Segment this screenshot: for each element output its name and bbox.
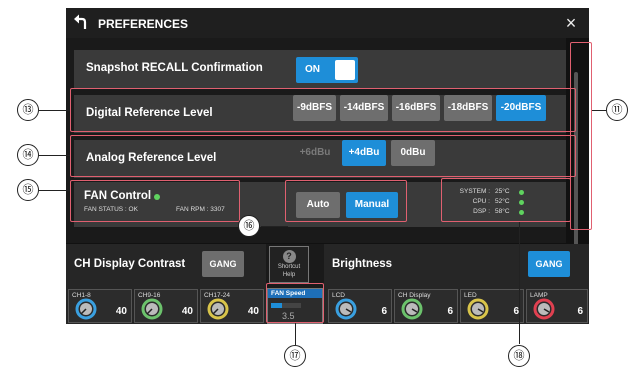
leader-13 bbox=[39, 110, 70, 112]
contrast-label: CH Display Contrast bbox=[74, 258, 186, 270]
help-label-1: Shortcut bbox=[277, 264, 301, 270]
knob-icon bbox=[207, 298, 229, 320]
brightness-gang-button[interactable]: GANG bbox=[528, 251, 570, 277]
callout-13: ⑬ bbox=[17, 99, 39, 121]
knob-icon bbox=[467, 298, 489, 320]
callout-11: ⑪ bbox=[606, 99, 628, 121]
callout-14: ⑭ bbox=[17, 144, 39, 166]
callout-17: ⑰ bbox=[284, 345, 306, 367]
page-title: PREFERENCES bbox=[98, 17, 189, 31]
snapshot-recall-row: Snapshot RECALL Confirmation ON bbox=[74, 50, 566, 88]
back-button[interactable] bbox=[70, 11, 92, 35]
contrast-knob-ch17-24[interactable]: CH17-24 40 bbox=[200, 289, 264, 323]
knob-icon bbox=[75, 298, 97, 320]
leader-17 bbox=[295, 323, 297, 345]
brightness-knob-led[interactable]: LED 6 bbox=[460, 289, 524, 323]
callout-16: ⑯ bbox=[238, 215, 260, 237]
help-label-2: Help bbox=[282, 272, 296, 278]
highlight-fan-control bbox=[70, 180, 240, 222]
back-arrow-icon bbox=[74, 14, 87, 29]
close-icon[interactable]: × bbox=[561, 12, 581, 34]
bottom-panel: CH Display Contrast GANG ? Shortcut Help… bbox=[66, 244, 589, 324]
leader-18 bbox=[519, 222, 521, 344]
leader-15 bbox=[39, 190, 70, 192]
leader-14 bbox=[39, 155, 70, 157]
contrast-knob-ch1-8[interactable]: CH1-8 40 bbox=[68, 289, 132, 323]
highlight-fan-speed bbox=[266, 283, 324, 323]
toggle-label: ON bbox=[305, 64, 320, 75]
help-icon: ? bbox=[282, 250, 296, 263]
callout-15: ⑮ bbox=[17, 179, 39, 201]
contrast-gang-button[interactable]: GANG bbox=[202, 251, 244, 277]
highlight-analog-ref bbox=[70, 135, 576, 177]
brightness-knob-lamp[interactable]: LAMP 6 bbox=[526, 289, 588, 323]
callout-18: ⑱ bbox=[508, 345, 530, 367]
shortcut-help-button[interactable]: ? Shortcut Help bbox=[269, 246, 309, 283]
snapshot-recall-toggle[interactable]: ON bbox=[296, 57, 358, 83]
knob-icon bbox=[335, 298, 357, 320]
brightness-label: Brightness bbox=[332, 258, 393, 270]
highlight-scrollbar bbox=[570, 42, 592, 230]
brightness-knob-lcd[interactable]: LCD 6 bbox=[328, 289, 392, 323]
brightness-knob-ch-display[interactable]: CH Display 6 bbox=[394, 289, 458, 323]
leader-11 bbox=[592, 110, 606, 112]
knob-icon bbox=[533, 298, 555, 320]
highlight-digital-ref bbox=[70, 88, 576, 132]
highlight-fan-mode bbox=[285, 180, 407, 222]
title-bar: PREFERENCES × bbox=[66, 8, 589, 38]
toggle-knob bbox=[335, 60, 355, 80]
knob-icon bbox=[141, 298, 163, 320]
knob-icon bbox=[401, 298, 423, 320]
contrast-knob-ch9-16[interactable]: CH9-16 40 bbox=[134, 289, 198, 323]
leader-16 bbox=[261, 226, 288, 228]
highlight-temperatures bbox=[441, 178, 571, 222]
snapshot-recall-label: Snapshot RECALL Confirmation bbox=[86, 62, 263, 74]
